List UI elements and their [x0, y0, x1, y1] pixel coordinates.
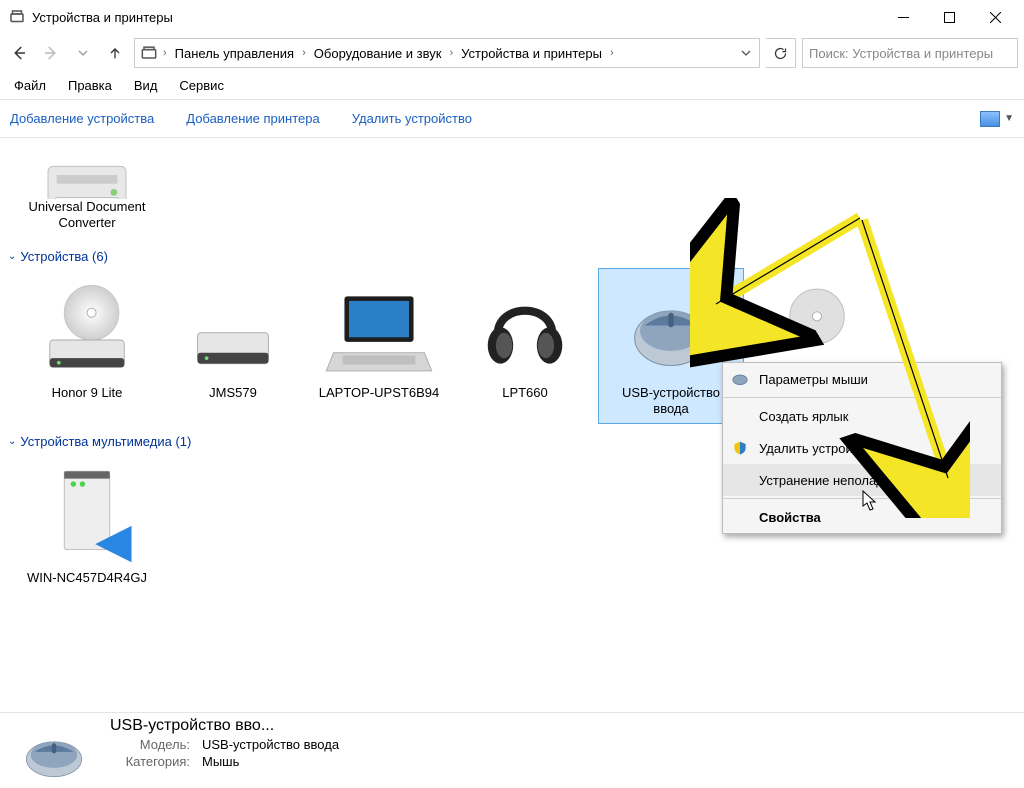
breadcrumb-item[interactable]: Панель управления	[171, 46, 298, 61]
device-label: WIN-NC457D4R4GJ	[17, 570, 157, 586]
cursor-icon	[862, 490, 880, 512]
menu-view[interactable]: Вид	[130, 76, 162, 95]
device-label: LAPTOP-UPST6B94	[309, 385, 449, 401]
menu-bar: Файл Правка Вид Сервис	[0, 72, 1024, 100]
headphones-icon	[455, 275, 595, 385]
menu-item-remove-device[interactable]: Удалить устройство	[723, 432, 1001, 464]
device-label: Universal Document Converter	[17, 199, 157, 232]
content-area: Universal Document Converter ⌄ Устройств…	[0, 138, 1024, 712]
media-server-icon	[17, 460, 157, 570]
hard-drive-icon	[163, 275, 303, 385]
details-pane: USB-устройство вво... Модель: USB-устрой…	[0, 712, 1024, 788]
menu-item-label: Свойства	[759, 510, 821, 525]
menu-item-label: Устранение неполадок	[759, 473, 897, 488]
menu-edit[interactable]: Правка	[64, 76, 116, 95]
device-item[interactable]: LAPTOP-UPST6B94	[306, 268, 452, 425]
device-label: LPT660	[455, 385, 595, 401]
menu-item-label: Параметры мыши	[759, 372, 868, 387]
printer-icon	[17, 149, 157, 199]
menu-file[interactable]: Файл	[10, 76, 50, 95]
toolbar: Добавление устройства Добавление принтер…	[0, 100, 1024, 138]
add-device-link[interactable]: Добавление устройства	[10, 111, 154, 126]
location-icon	[139, 43, 159, 63]
shield-icon	[731, 439, 749, 457]
up-button[interactable]	[102, 40, 128, 66]
device-label: JMS579	[163, 385, 303, 401]
menu-item-create-shortcut[interactable]: Создать ярлык	[723, 400, 1001, 432]
group-header-devices[interactable]: ⌄ Устройства (6)	[0, 245, 1024, 268]
view-mode-dropdown[interactable]: ▼	[1004, 113, 1014, 124]
remove-device-link[interactable]: Удалить устройство	[352, 111, 472, 126]
menu-item-label: Удалить устройство	[759, 441, 879, 456]
chevron-down-icon: ⌄	[8, 251, 16, 262]
search-input[interactable]: Поиск: Устройства и принтеры	[802, 38, 1018, 68]
address-bar-row: › Панель управления › Оборудование и зву…	[0, 34, 1024, 72]
close-button[interactable]	[972, 2, 1018, 32]
mouse-icon	[601, 275, 741, 385]
forward-button[interactable]	[38, 40, 64, 66]
menu-separator	[723, 397, 1001, 398]
view-mode-icon[interactable]	[980, 111, 1000, 127]
window-title: Устройства и принтеры	[32, 10, 880, 25]
chevron-right-icon: ›	[449, 47, 453, 59]
menu-item-mouse-settings[interactable]: Параметры мыши	[723, 363, 1001, 395]
add-printer-link[interactable]: Добавление принтера	[186, 111, 319, 126]
window-icon	[8, 8, 26, 26]
details-device-icon	[10, 717, 98, 788]
device-label: Honor 9 Lite	[17, 385, 157, 401]
mouse-icon	[731, 370, 749, 388]
details-model-value: USB-устройство ввода	[202, 737, 339, 752]
details-title: USB-устройство вво...	[110, 717, 1014, 735]
device-item[interactable]: Honor 9 Lite	[14, 268, 160, 425]
history-dropdown[interactable]	[70, 40, 96, 66]
chevron-right-icon: ›	[302, 47, 306, 59]
chevron-right-icon: ›	[163, 47, 167, 59]
breadcrumb-item[interactable]: Устройства и принтеры	[457, 46, 606, 61]
menu-item-label: Создать ярлык	[759, 409, 848, 424]
chevron-down-icon: ⌄	[8, 436, 16, 447]
address-bar[interactable]: › Панель управления › Оборудование и зву…	[134, 38, 760, 68]
device-item[interactable]: Universal Document Converter	[14, 142, 160, 239]
address-dropdown[interactable]	[737, 48, 755, 58]
disk-drive-icon	[17, 275, 157, 385]
device-label: USB-устройство ввода	[601, 385, 741, 418]
back-button[interactable]	[6, 40, 32, 66]
chevron-right-icon: ›	[610, 47, 614, 59]
maximize-button[interactable]	[926, 2, 972, 32]
menu-service[interactable]: Сервис	[175, 76, 228, 95]
device-item[interactable]: LPT660	[452, 268, 598, 425]
breadcrumb-item[interactable]: Оборудование и звук	[310, 46, 446, 61]
laptop-icon	[309, 275, 449, 385]
minimize-button[interactable]	[880, 2, 926, 32]
titlebar: Устройства и принтеры	[0, 0, 1024, 34]
details-model-label: Модель:	[110, 737, 190, 752]
group-title: Устройства мультимедиа (1)	[20, 434, 191, 449]
group-title: Устройства (6)	[20, 249, 108, 264]
details-category-value: Мышь	[202, 754, 239, 769]
device-item[interactable]: WIN-NC457D4R4GJ	[14, 453, 160, 593]
refresh-button[interactable]	[766, 38, 796, 68]
details-category-label: Категория:	[110, 754, 190, 769]
device-item[interactable]: JMS579	[160, 268, 306, 425]
